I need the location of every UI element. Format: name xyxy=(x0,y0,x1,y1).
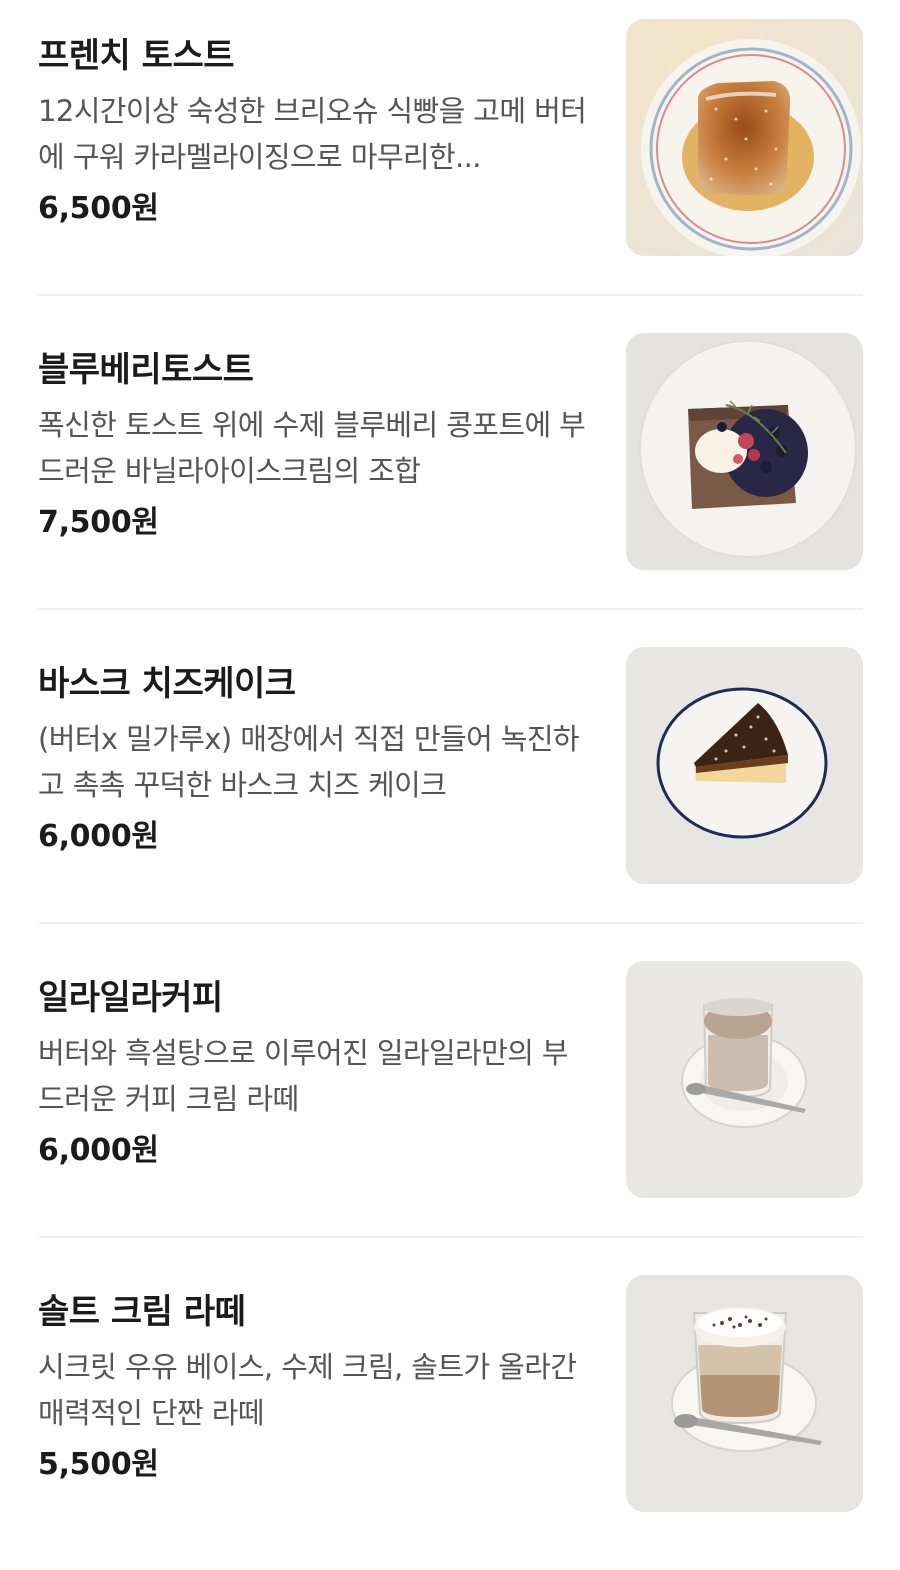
divider xyxy=(38,608,863,610)
menu-item-photo[interactable] xyxy=(626,19,863,256)
menu-item-description: 버터와 흑설탕으로 이루어진 일라일라만의 부드러운 커피 크림 라떼 xyxy=(38,1036,569,1116)
french-toast-photo xyxy=(626,19,863,256)
menu-item-name: 일라일라커피 xyxy=(38,978,223,1018)
menu-item-photo[interactable] xyxy=(626,647,863,884)
menu-item-basque-cheesecake[interactable]: 바스크 치즈케이크 (버터x 밀가루x) 매장에서 직접 만들어 녹진하고 촉촉… xyxy=(0,628,900,942)
menu-item-price: 7,500원 xyxy=(38,505,159,540)
menu-item-price: 6,000원 xyxy=(38,819,159,854)
menu-item-photo[interactable] xyxy=(626,1275,863,1512)
menu-item-photo[interactable] xyxy=(626,961,863,1198)
menu-item-text: 솔트 크림 라떼 시크릿 우유 베이스, 수제 크림, 솔트가 올라간 매력적인… xyxy=(38,1288,598,1488)
menu-item-french-toast[interactable]: 프렌치 토스트 12시간이상 숙성한 브리오슈 식빵을 고메 버터에 구워 카라… xyxy=(0,0,900,314)
menu-item-description: (버터x 밀가루x) 매장에서 직접 만들어 녹진하고 촉촉 꾸덕한 바스크 치… xyxy=(38,722,580,802)
menu-item-name: 솔트 크림 라떼 xyxy=(38,1292,246,1332)
menu-item-price: 6,500원 xyxy=(38,191,159,226)
menu-item-text: 바스크 치즈케이크 (버터x 밀가루x) 매장에서 직접 만들어 녹진하고 촉촉… xyxy=(38,660,598,860)
coffee-latte-photo xyxy=(626,961,863,1198)
cheesecake-photo xyxy=(626,647,863,884)
menu-item-price: 5,500원 xyxy=(38,1447,159,1482)
menu-item-name: 블루베리토스트 xyxy=(38,350,254,390)
menu-list: 프렌치 토스트 12시간이상 숙성한 브리오슈 식빵을 고메 버터에 구워 카라… xyxy=(0,0,900,1570)
menu-item-price: 6,000원 xyxy=(38,1133,159,1168)
divider xyxy=(38,922,863,924)
menu-item-name: 프렌치 토스트 xyxy=(38,36,235,76)
menu-item-description: 시크릿 우유 베이스, 수제 크림, 솔트가 올라간 매력적인 단짠 라떼 xyxy=(38,1350,577,1430)
divider xyxy=(38,294,863,296)
menu-item-text: 프렌치 토스트 12시간이상 숙성한 브리오슈 식빵을 고메 버터에 구워 카라… xyxy=(38,32,598,232)
menu-item-text: 블루베리토스트 폭신한 토스트 위에 수제 블루베리 콩포트에 부드러운 바닐라… xyxy=(38,346,598,546)
divider xyxy=(38,1236,863,1238)
menu-item-description: 폭신한 토스트 위에 수제 블루베리 콩포트에 부드러운 바닐라아이스크림의 조… xyxy=(38,408,586,488)
menu-item-photo[interactable] xyxy=(626,333,863,570)
menu-item-salt-cream-latte[interactable]: 솔트 크림 라떼 시크릿 우유 베이스, 수제 크림, 솔트가 올라간 매력적인… xyxy=(0,1256,900,1570)
blueberry-toast-photo xyxy=(626,333,863,570)
menu-item-name: 바스크 치즈케이크 xyxy=(38,664,296,704)
menu-item-ilaila-coffee[interactable]: 일라일라커피 버터와 흑설탕으로 이루어진 일라일라만의 부드러운 커피 크림 … xyxy=(0,942,900,1256)
menu-item-text: 일라일라커피 버터와 흑설탕으로 이루어진 일라일라만의 부드러운 커피 크림 … xyxy=(38,974,598,1174)
salt-cream-latte-photo xyxy=(626,1275,863,1512)
menu-item-blueberry-toast[interactable]: 블루베리토스트 폭신한 토스트 위에 수제 블루베리 콩포트에 부드러운 바닐라… xyxy=(0,314,900,628)
menu-item-description: 12시간이상 숙성한 브리오슈 식빵을 고메 버터에 구워 카라멜라이징으로 마… xyxy=(38,94,587,174)
